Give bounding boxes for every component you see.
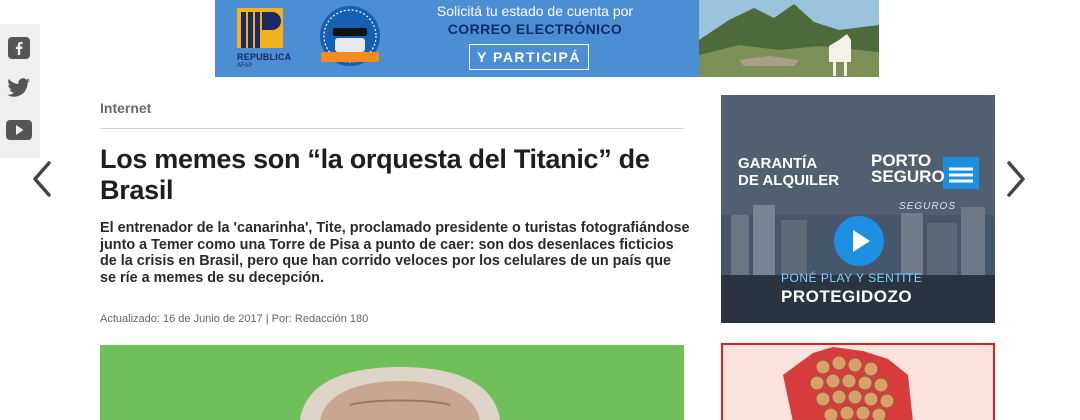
porto-seguro-ad[interactable]: GARANTÍA DE ALQUILER PORTO SEGURO SEGURO… [721, 95, 995, 323]
ad-cta-line2: PROTEGIDOZO [781, 287, 912, 307]
ad-brand-line2: SEGURO [871, 167, 945, 186]
chevron-left-icon[interactable] [30, 160, 54, 198]
machu-picchu-image [699, 0, 879, 77]
article-lede: El entrenador de la 'canarinha', Tite, p… [100, 220, 690, 286]
secondary-ad[interactable] [721, 343, 995, 420]
twitter-icon[interactable] [5, 74, 33, 102]
play-icon [853, 230, 870, 252]
ad-brand: PORTO SEGURO [871, 152, 945, 186]
ad-cta-word-end: ZO [887, 287, 913, 306]
ad-cta-line1: PONÉ PLAY Y SENTITE [781, 271, 923, 285]
ad-title-line2: DE ALQUILER [738, 172, 840, 189]
republica-wordmark: REPUBLICA [237, 52, 292, 62]
ad-cta-word: PROTEGIDO [781, 287, 888, 306]
republica-sub: AFAP [237, 63, 253, 69]
article-title: Los memes son “la orquesta del Titanic” … [100, 144, 650, 205]
banner-line1: Solicitá tu estado de cuenta por [436, 3, 634, 19]
banner-headline: Solicitá tu estado de cuenta por CORREO … [410, 2, 660, 38]
ad-title: GARANTÍA DE ALQUILER [738, 155, 839, 189]
section-divider [100, 128, 684, 129]
buen-viaje-badge [320, 6, 380, 66]
facebook-icon[interactable] [5, 34, 33, 62]
banner-line2: CORREO ELECTRÓNICO [447, 21, 623, 37]
ad-brand-sub: SEGUROS [899, 201, 957, 212]
article-meta: Actualizado: 16 de Junio de 2017 | Por: … [100, 313, 369, 325]
play-button[interactable] [834, 216, 884, 266]
ad-title-line1: GARANTÍA [738, 155, 818, 172]
chevron-right-icon[interactable] [1004, 160, 1028, 198]
article-photo[interactable] [100, 345, 684, 420]
top-banner-ad[interactable]: REPUBLICA AFAP Solicitá tu estado de cue… [215, 0, 879, 77]
banner-cta-button[interactable]: Y PARTICIPÁ [469, 44, 589, 70]
section-label[interactable]: Internet [100, 100, 151, 116]
youtube-icon[interactable] [5, 116, 33, 144]
republica-logo: REPUBLICA AFAP [233, 6, 293, 70]
secondary-ad-image [783, 347, 913, 420]
social-sidebar [0, 24, 40, 158]
